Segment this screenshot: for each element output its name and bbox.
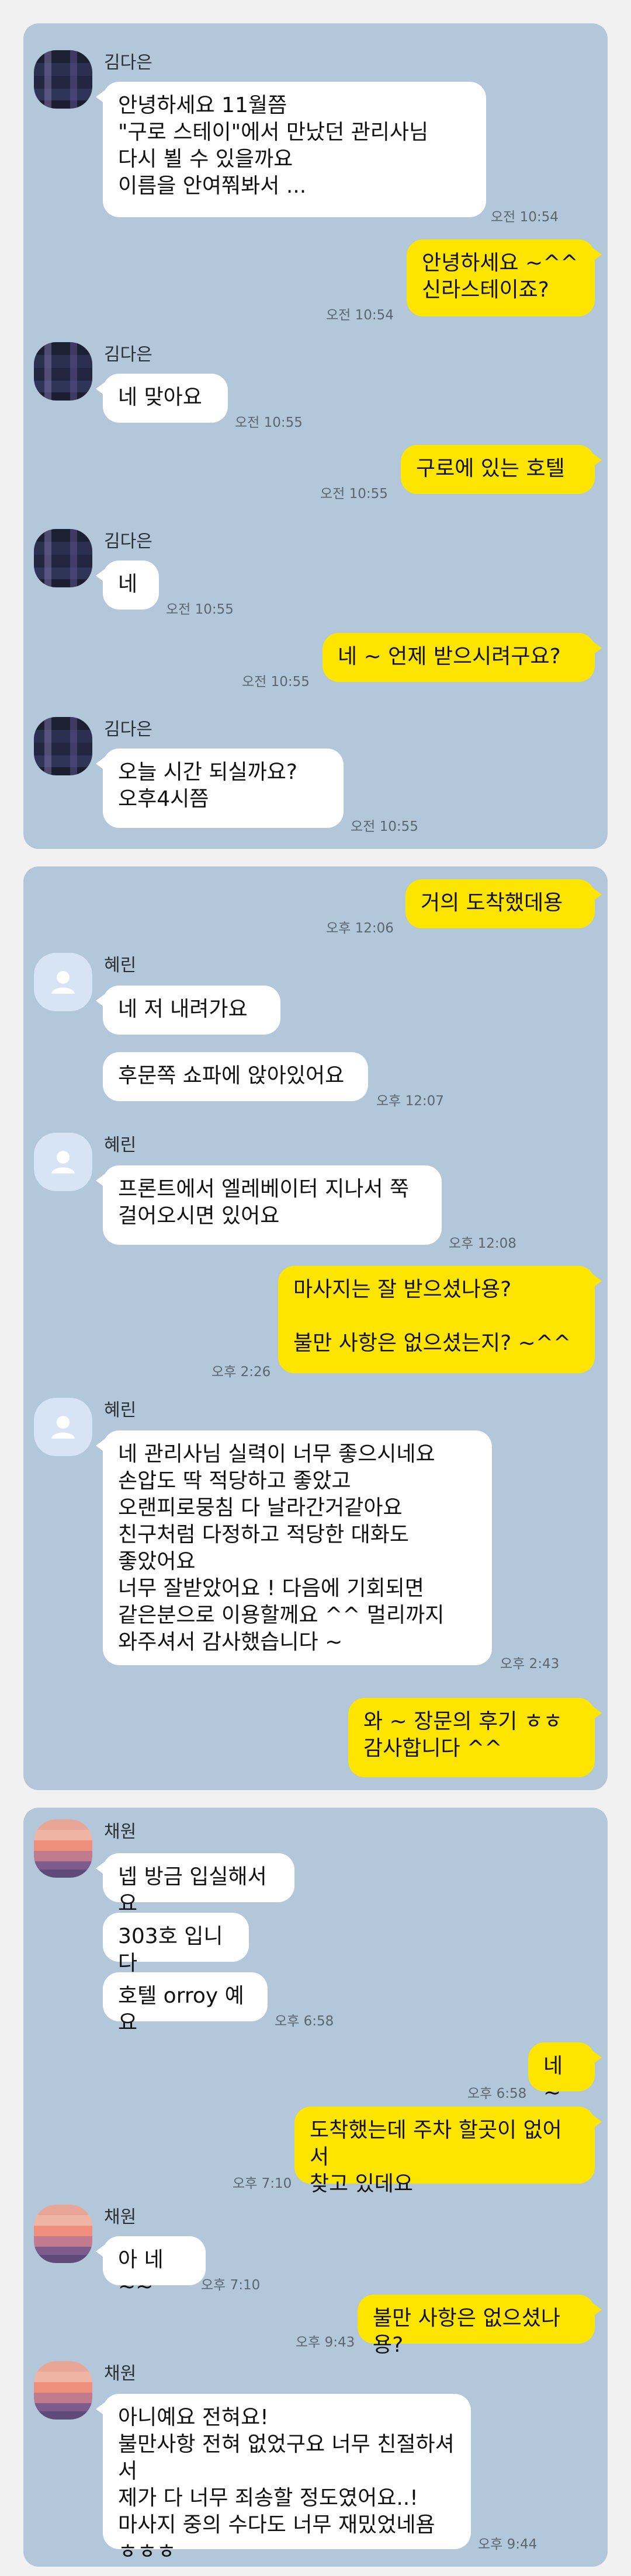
message-time: 오후 7:10 — [233, 2176, 292, 2191]
message-time: 오후 2:26 — [212, 1364, 271, 1380]
message-bubble[interactable]: 넵 방금 입실해서요 — [96, 1853, 294, 1916]
person-silhouette-icon — [51, 1416, 75, 1439]
message-bubble[interactable]: 불만 사항은 없으셨나용? — [358, 2295, 602, 2357]
message-bubble[interactable]: 네 저 내려가요 — [96, 986, 280, 1035]
sender-name: 혜린 — [104, 955, 137, 976]
message-time: 오후 12:06 — [326, 921, 394, 936]
sender-name: 김다은 — [104, 344, 152, 365]
message-bubble[interactable]: 도착했는데 주차 할곳이 없어서 찾고 있데요 — [294, 2107, 602, 2196]
message-bubble[interactable]: 네 관리사님 실력이 너무 좋으시네요 손압도 딱 적당하고 좋았고 오랜피로뭉… — [96, 1430, 492, 1665]
message-bubble[interactable]: 안녕하세요 ~^^ 신라스테이죠? — [407, 239, 602, 316]
message-time: 오후 6:58 — [467, 2086, 527, 2101]
avatar[interactable] — [34, 953, 92, 1011]
message-time: 오후 9:44 — [478, 2537, 538, 2552]
message-time: 오후 7:10 — [201, 2278, 261, 2293]
message-time: 오전 10:54 — [326, 308, 394, 323]
message-bubble[interactable]: 303호 입니다 — [103, 1913, 249, 1975]
person-silhouette-icon — [51, 971, 75, 994]
message-bubble[interactable]: 호텔 orroy 예요 — [103, 1972, 268, 2035]
message-bubble[interactable]: 마사지는 잘 받으셨나용? 불만 사항은 없으셨는지? ~^^ — [278, 1266, 602, 1373]
message-time: 오전 10:55 — [320, 486, 388, 502]
avatar[interactable] — [34, 2361, 92, 2420]
message-time: 오전 10:55 — [166, 602, 234, 617]
sender-name: 채원 — [104, 1822, 137, 1842]
sender-name: 김다은 — [104, 719, 152, 740]
message-bubble[interactable]: 네 ~ — [528, 2042, 602, 2105]
avatar[interactable] — [34, 529, 92, 587]
chat-panel-1: 김다은 안녕하세요 11월쯤 "구로 스테이"에서 만났던 관리사님 다시 뵐 … — [23, 23, 608, 849]
message-bubble[interactable]: 거의 도착했데용 — [405, 879, 602, 928]
sender-name: 혜린 — [104, 1400, 137, 1421]
message-bubble[interactable]: 구로에 있는 호텔 — [401, 445, 602, 494]
avatar[interactable] — [34, 50, 92, 109]
sender-name: 채원 — [104, 2363, 137, 2384]
chat-panel-2: 거의 도착했데용 오후 12:06 혜린 네 저 내려가요 후문쪽 쇼파에 앉아… — [23, 866, 608, 1790]
avatar[interactable] — [34, 2205, 92, 2263]
chat-panel-3: 채원 넵 방금 입실해서요 303호 입니다 호텔 orroy 예요 오후 6:… — [23, 1808, 608, 2567]
avatar[interactable] — [34, 342, 92, 401]
message-bubble[interactable]: 와 ~ 장문의 후기 ㅎㅎ 감사합니다 ^^ — [348, 1698, 602, 1777]
person-silhouette-icon — [51, 1151, 75, 1174]
message-time: 오후 6:58 — [275, 2014, 334, 2029]
message-bubble[interactable]: 안녕하세요 11월쯤 "구로 스테이"에서 만났던 관리사님 다시 뵐 수 있을… — [96, 82, 486, 217]
message-bubble[interactable]: 네 맞아요 — [96, 374, 228, 423]
avatar[interactable] — [34, 1819, 92, 1878]
avatar[interactable] — [34, 1398, 92, 1456]
message-time: 오전 10:55 — [235, 415, 303, 430]
message-bubble[interactable]: 프론트에서 엘레베이터 지나서 쭉 걸어오시면 있어요 — [96, 1165, 442, 1245]
message-time: 오후 12:07 — [376, 1094, 444, 1109]
message-time: 오전 10:55 — [351, 819, 418, 834]
message-bubble[interactable]: 후문쪽 쇼파에 앉아있어요 — [103, 1052, 368, 1101]
message-time: 오후 2:43 — [500, 1656, 560, 1672]
message-time: 오전 10:55 — [242, 674, 310, 690]
sender-name: 김다은 — [104, 531, 152, 552]
message-bubble[interactable]: 아 네~~ — [96, 2236, 206, 2299]
avatar[interactable] — [34, 717, 92, 775]
message-bubble[interactable]: 네 ~ 언제 받으시려구요? — [323, 633, 602, 682]
message-time: 오전 10:54 — [491, 210, 559, 225]
sender-name: 김다은 — [104, 53, 152, 73]
message-time: 오후 12:08 — [449, 1236, 516, 1251]
message-bubble[interactable]: 아니예요 전혀요! 불만사항 전혀 없었구요 너무 친절하셔서 제가 다 너무 … — [96, 2394, 471, 2564]
sender-name: 채원 — [104, 2207, 137, 2227]
sender-name: 혜린 — [104, 1135, 137, 1155]
message-bubble[interactable]: 네 — [96, 561, 159, 610]
message-bubble[interactable]: 오늘 시간 되실까요? 오후4시쯤 — [96, 749, 344, 828]
avatar[interactable] — [34, 1133, 92, 1191]
message-time: 오후 9:43 — [296, 2335, 355, 2350]
